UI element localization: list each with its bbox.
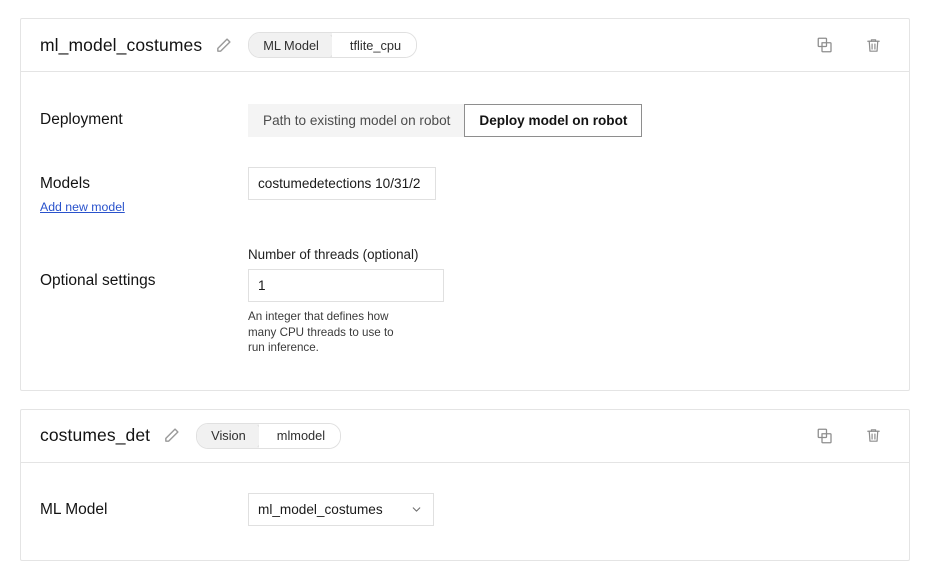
card-header-actions bbox=[815, 426, 891, 446]
pencil-icon[interactable] bbox=[163, 427, 180, 444]
models-label-group: Models Add new model bbox=[21, 167, 248, 216]
deployment-option-path[interactable]: Path to existing model on robot bbox=[248, 104, 465, 137]
deployment-label: Deployment bbox=[21, 104, 248, 129]
trash-icon[interactable] bbox=[863, 35, 883, 55]
threads-help-text: An integer that defines how many CPU thr… bbox=[248, 309, 408, 356]
deployment-option-deploy[interactable]: Deploy model on robot bbox=[464, 104, 642, 137]
pill-type: ML Model bbox=[249, 33, 332, 57]
duplicate-icon[interactable] bbox=[815, 426, 835, 446]
models-label: Models bbox=[40, 175, 248, 193]
ml-model-select-value: ml_model_costumes bbox=[258, 502, 383, 517]
pencil-icon[interactable] bbox=[215, 37, 232, 54]
models-field: costumedetections 10/31/2 bbox=[248, 167, 909, 200]
ml-model-select[interactable]: ml_model_costumes bbox=[248, 493, 434, 526]
models-row: Models Add new model costumedetections 1… bbox=[21, 137, 909, 216]
deployment-toggle-group: Path to existing model on robot Deploy m… bbox=[248, 104, 642, 137]
optional-settings-row: Optional settings Number of threads (opt… bbox=[21, 216, 909, 390]
trash-icon[interactable] bbox=[863, 426, 883, 446]
card-header: ml_model_costumes ML Model tflite_cpu bbox=[21, 19, 909, 72]
optional-settings-label: Optional settings bbox=[21, 247, 248, 290]
pill-type: Vision bbox=[197, 424, 259, 448]
resource-card-ml-model: ml_model_costumes ML Model tflite_cpu bbox=[20, 18, 910, 391]
pill-subtype: tflite_cpu bbox=[332, 33, 416, 57]
deployment-field: Path to existing model on robot Deploy m… bbox=[248, 104, 909, 137]
threads-field-label: Number of threads (optional) bbox=[248, 247, 909, 262]
chevron-down-icon bbox=[410, 503, 423, 516]
pill-subtype: mlmodel bbox=[259, 424, 340, 448]
card-body: ML Model ml_model_costumes bbox=[21, 463, 909, 560]
resource-type-pill: ML Model tflite_cpu bbox=[248, 32, 417, 58]
model-name-input[interactable]: costumedetections 10/31/2 bbox=[248, 167, 436, 200]
duplicate-icon[interactable] bbox=[815, 35, 835, 55]
ml-model-label: ML Model bbox=[21, 493, 248, 519]
resource-type-pill: Vision mlmodel bbox=[196, 423, 341, 449]
card-header: costumes_det Vision mlmodel bbox=[21, 410, 909, 463]
resource-name-title: costumes_det bbox=[40, 425, 150, 446]
threads-input[interactable]: 1 bbox=[248, 269, 444, 302]
card-body: Deployment Path to existing model on rob… bbox=[21, 72, 909, 390]
optional-settings-field: Number of threads (optional) 1 An intege… bbox=[248, 247, 909, 356]
resource-name-title: ml_model_costumes bbox=[40, 35, 202, 56]
resource-config-page: ml_model_costumes ML Model tflite_cpu bbox=[0, 0, 930, 560]
ml-model-field: ml_model_costumes bbox=[248, 493, 909, 526]
resource-card-vision: costumes_det Vision mlmodel bbox=[20, 409, 910, 561]
add-new-model-link[interactable]: Add new model bbox=[40, 200, 125, 214]
ml-model-row: ML Model ml_model_costumes bbox=[21, 463, 909, 560]
card-header-actions bbox=[815, 35, 891, 55]
deployment-row: Deployment Path to existing model on rob… bbox=[21, 72, 909, 137]
